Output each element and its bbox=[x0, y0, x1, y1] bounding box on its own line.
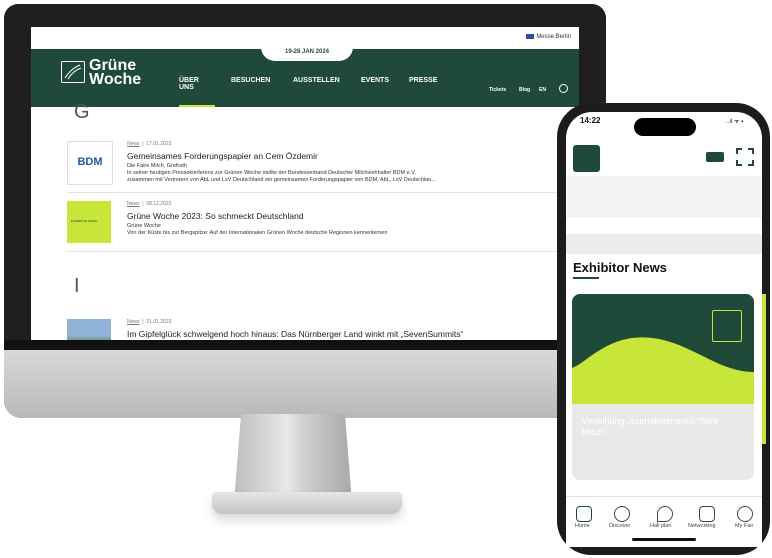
status-icons: ..ıl ᯤ ▪ bbox=[726, 119, 744, 125]
article-row[interactable]: BDM News | 17.01.2023 Gemeinsames Forder… bbox=[67, 139, 577, 187]
tab-discover[interactable]: Discover bbox=[609, 523, 630, 529]
article-row[interactable]: EXHIBITOR NEWS News | 08.12.2022 Grüne W… bbox=[67, 199, 577, 249]
nav-ueber-uns[interactable]: ÜBER UNS bbox=[179, 77, 209, 91]
website-screen: Messe Berlin 19-28 JAN 2024 Grüne Woche Ü… bbox=[31, 27, 579, 340]
article-thumbnail: BDM bbox=[67, 141, 113, 185]
phone-band bbox=[566, 176, 762, 218]
discover-search-icon[interactable] bbox=[614, 506, 630, 522]
profile-icon[interactable] bbox=[737, 506, 753, 522]
nav-presse[interactable]: PRESSE bbox=[409, 77, 437, 84]
tab-hall-plan[interactable]: Hall plan bbox=[650, 523, 671, 529]
nav-besuchen[interactable]: BESUCHEN bbox=[231, 77, 270, 84]
nav-language[interactable]: EN bbox=[539, 87, 546, 93]
home-indicator bbox=[632, 538, 696, 541]
monitor-stand bbox=[234, 414, 352, 502]
section-letter-g: G bbox=[74, 101, 90, 123]
article-row[interactable]: News | 21.01.2023 Im Gipfelglück schwelg… bbox=[67, 317, 577, 340]
monitor-chin bbox=[4, 350, 606, 418]
tab-my-fair[interactable]: My Fair bbox=[735, 523, 753, 529]
tab-networking[interactable]: Networking bbox=[688, 523, 716, 529]
article-excerpt: Die Faire Milch, Grefrath In seiner heuti… bbox=[127, 163, 436, 183]
article-title[interactable]: Im Gipfelglück schwelgend hoch hinaus: D… bbox=[127, 329, 463, 339]
status-time: 14:22 bbox=[580, 116, 601, 125]
networking-icon[interactable] bbox=[699, 506, 715, 522]
article-meta: News | 17.01.2023 bbox=[127, 141, 172, 147]
section-letter-i: I bbox=[74, 275, 80, 297]
nav-blog[interactable]: Blog bbox=[519, 87, 530, 93]
home-icon[interactable] bbox=[576, 506, 592, 522]
divider bbox=[67, 192, 577, 193]
qr-code-icon[interactable] bbox=[736, 148, 754, 166]
messe-berlin-link[interactable]: Messe Berlin bbox=[526, 34, 571, 40]
newspaper-icon bbox=[712, 310, 742, 342]
section-title: Exhibitor News bbox=[573, 260, 667, 275]
map-pin-icon[interactable] bbox=[657, 506, 673, 522]
monitor: Messe Berlin 19-28 JAN 2024 Grüne Woche Ü… bbox=[4, 4, 606, 418]
tab-home[interactable]: Home bbox=[575, 523, 590, 529]
logo-icon[interactable] bbox=[61, 61, 85, 83]
phone-band bbox=[566, 234, 762, 254]
article-thumbnail bbox=[67, 319, 111, 340]
article-title[interactable]: Gemeinsames Forderungspapier an Cem Özde… bbox=[127, 151, 318, 161]
nav-events[interactable]: EVENTS bbox=[361, 77, 389, 84]
nav-active-indicator bbox=[179, 105, 215, 107]
divider bbox=[67, 251, 577, 252]
date-badge: 19-28 JAN 2024 bbox=[261, 45, 353, 61]
messe-berlin-icon bbox=[526, 34, 535, 39]
logo-text[interactable]: Grüne Woche bbox=[89, 58, 141, 88]
ticket-icon[interactable] bbox=[706, 152, 724, 162]
news-card[interactable]: Verleihung Journalistenpreis "faire Milc… bbox=[572, 294, 754, 480]
title-underline bbox=[573, 277, 599, 279]
article-title[interactable]: Grüne Woche 2023: So schmeckt Deutschlan… bbox=[127, 211, 304, 221]
article-meta: News | 21.01.2023 bbox=[127, 319, 172, 325]
search-icon[interactable] bbox=[559, 84, 568, 93]
nav-ausstellen[interactable]: AUSSTELLEN bbox=[293, 77, 340, 84]
article-excerpt: Grüne Woche Von der Küste bis zur Bergspi… bbox=[127, 223, 388, 236]
monitor-stand-base bbox=[212, 492, 402, 514]
nav-tickets[interactable]: Tickets bbox=[489, 87, 506, 93]
article-thumbnail: EXHIBITOR NEWS bbox=[67, 201, 111, 243]
dynamic-island bbox=[634, 118, 696, 136]
card-title: Verleihung Journalistenpreis "faire Milc… bbox=[582, 416, 719, 437]
next-card-peek bbox=[762, 294, 766, 444]
article-meta: News | 08.12.2022 bbox=[127, 201, 172, 207]
app-logo-icon[interactable] bbox=[573, 145, 600, 172]
